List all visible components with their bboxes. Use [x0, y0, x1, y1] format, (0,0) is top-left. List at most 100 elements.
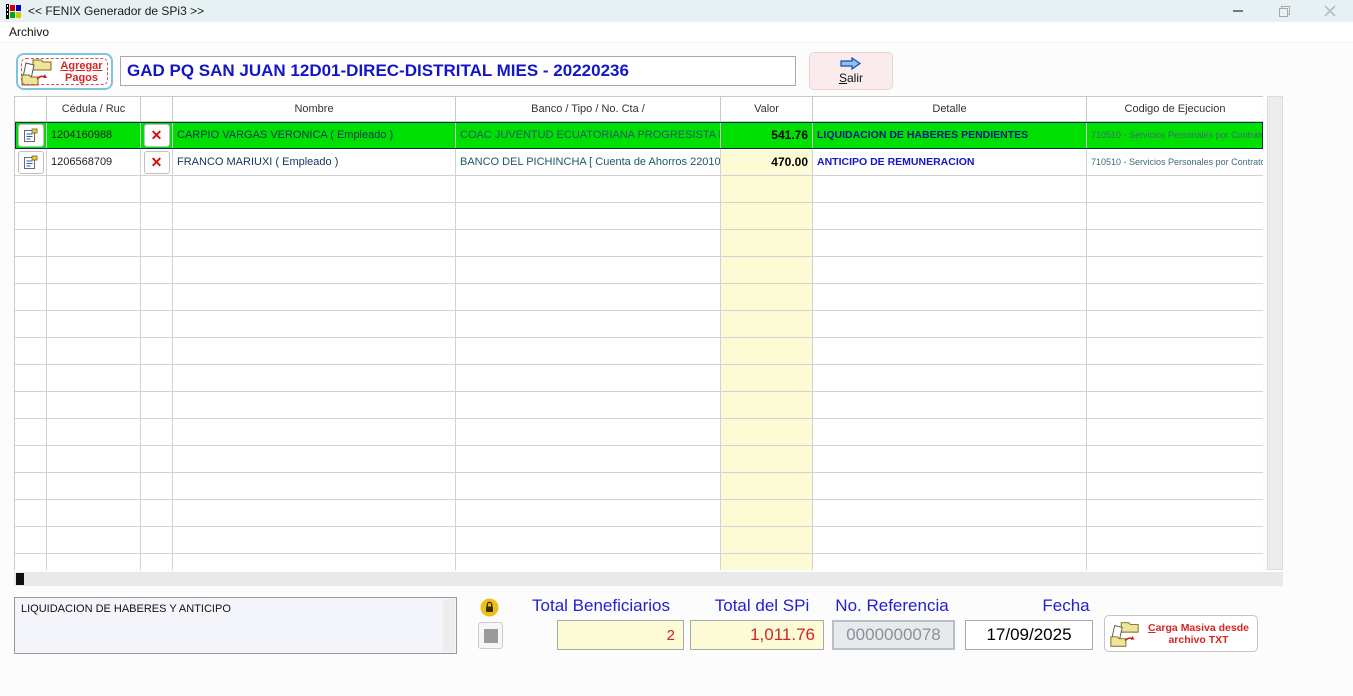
descripcion-scrollbar[interactable]	[443, 599, 455, 652]
table-row-empty[interactable]	[15, 527, 1263, 554]
header-cedula: Cédula / Ruc	[47, 97, 141, 122]
maximize-button[interactable]	[1261, 0, 1307, 22]
cell-empty	[456, 257, 721, 284]
header-valor: Valor	[721, 97, 813, 122]
cell-nombre[interactable]: CARPIO VARGAS VERONICA ( Empleado )	[173, 122, 456, 149]
edit-row-button[interactable]	[18, 124, 44, 147]
menu-archivo[interactable]: Archivo	[0, 23, 58, 41]
cell-empty	[47, 419, 141, 446]
table-row-empty[interactable]	[15, 203, 1263, 230]
cell-empty	[813, 338, 1087, 365]
fecha-input[interactable]: 17/09/2025	[965, 620, 1093, 650]
table-row-empty[interactable]	[15, 176, 1263, 203]
cell-empty	[173, 203, 456, 230]
cell-empty	[1087, 338, 1263, 365]
agregar-pagos-button[interactable]: Agregar Pagos	[16, 53, 113, 90]
cell-empty	[1087, 203, 1263, 230]
horizontal-scrollbar-thumb[interactable]	[16, 573, 24, 585]
cell-empty	[173, 176, 456, 203]
table-row-empty[interactable]	[15, 419, 1263, 446]
minimize-icon	[1232, 5, 1244, 17]
cell-empty	[141, 176, 173, 203]
cell-empty	[141, 257, 173, 284]
cell-empty	[141, 311, 173, 338]
cell-empty	[813, 527, 1087, 554]
table-row-empty[interactable]	[15, 284, 1263, 311]
cell-empty-valor	[721, 554, 813, 570]
cell-detalle[interactable]: ANTICIPO DE REMUNERACION	[813, 149, 1087, 176]
table-row-empty[interactable]	[15, 338, 1263, 365]
delete-row-button[interactable]: ✕	[144, 124, 170, 147]
cell-empty	[456, 392, 721, 419]
carga-masiva-label: Carga Masiva desde archivo TXT	[1144, 622, 1253, 646]
cell-empty	[141, 473, 173, 500]
table-row-empty[interactable]	[15, 365, 1263, 392]
cell-empty	[141, 338, 173, 365]
table-row-empty[interactable]	[15, 500, 1263, 527]
cell-empty	[173, 446, 456, 473]
table-row-empty[interactable]	[15, 446, 1263, 473]
cell-empty	[173, 284, 456, 311]
cell-banco[interactable]: BANCO DEL PICHINCHA [ Cuenta de Ahorros …	[456, 149, 721, 176]
cell-valor[interactable]: 541.76	[721, 122, 813, 149]
horizontal-scrollbar[interactable]	[14, 572, 1283, 586]
cell-cedula[interactable]: 1204160988	[47, 122, 141, 149]
header-edit-col	[15, 97, 47, 122]
cell-empty	[173, 392, 456, 419]
table-row-empty[interactable]	[15, 230, 1263, 257]
cell-codigo[interactable]: 710510 - Servicios Personales por Contra…	[1087, 122, 1263, 149]
cell-empty	[141, 284, 173, 311]
cell-empty	[47, 365, 141, 392]
document-title-input[interactable]	[120, 56, 796, 86]
salir-button[interactable]: Salir	[809, 52, 893, 90]
cell-empty	[141, 500, 173, 527]
header-detalle: Detalle	[813, 97, 1087, 122]
cell-empty	[141, 527, 173, 554]
cell-valor[interactable]: 470.00	[721, 149, 813, 176]
color-swatch-button[interactable]	[478, 622, 503, 649]
cell-empty	[456, 554, 721, 570]
cell-empty	[813, 419, 1087, 446]
cell-empty	[15, 338, 47, 365]
fecha-label: Fecha	[1002, 596, 1130, 616]
cell-empty	[173, 527, 456, 554]
cell-empty	[813, 392, 1087, 419]
edit-row-button[interactable]	[18, 151, 44, 174]
cell-empty	[47, 392, 141, 419]
cell-empty-valor	[721, 203, 813, 230]
descripcion-textarea[interactable]: LIQUIDACION DE HABERES Y ANTICIPO	[14, 597, 457, 654]
carga-masiva-button[interactable]: Carga Masiva desde archivo TXT	[1104, 615, 1258, 652]
cell-detalle[interactable]: LIQUIDACION DE HABERES PENDIENTES	[813, 122, 1087, 149]
cell-cedula[interactable]: 1206568709	[47, 149, 141, 176]
cell-empty	[456, 311, 721, 338]
cell-empty	[813, 284, 1087, 311]
table-row-empty[interactable]	[15, 311, 1263, 338]
cell-nombre[interactable]: FRANCO MARIUXI ( Empleado )	[173, 149, 456, 176]
cell-empty	[813, 446, 1087, 473]
cell-empty	[1087, 554, 1263, 570]
table-row[interactable]: 1204160988 ✕ CARPIO VARGAS VERONICA ( Em…	[15, 122, 1263, 149]
table-row-empty[interactable]	[15, 257, 1263, 284]
vertical-scrollbar[interactable]	[1267, 96, 1283, 570]
table-row-empty[interactable]	[15, 554, 1263, 570]
table-row-empty[interactable]	[15, 392, 1263, 419]
cell-empty	[1087, 365, 1263, 392]
cell-empty	[1087, 230, 1263, 257]
table-header-row: Cédula / Ruc Nombre Banco / Tipo / No. C…	[15, 97, 1263, 122]
cell-empty	[1087, 473, 1263, 500]
cell-empty-valor	[721, 446, 813, 473]
minimize-button[interactable]	[1215, 0, 1261, 22]
focus-rect	[21, 58, 108, 85]
delete-x-icon: ✕	[151, 128, 163, 142]
cell-banco[interactable]: COAC JUVENTUD ECUATORIANA PROGRESISTA LT…	[456, 122, 721, 149]
delete-row-button[interactable]: ✕	[144, 151, 170, 174]
cell-empty	[173, 365, 456, 392]
close-button[interactable]	[1307, 0, 1353, 22]
cell-codigo[interactable]: 710510 - Servicios Personales por Contra…	[1087, 149, 1263, 176]
table-row-empty[interactable]	[15, 473, 1263, 500]
cell-empty	[15, 230, 47, 257]
cell-empty	[813, 230, 1087, 257]
table-row[interactable]: 1206568709 ✕ FRANCO MARIUXI ( Empleado )…	[15, 149, 1263, 176]
total-beneficiarios-label: Total Beneficiarios	[517, 596, 685, 616]
cell-empty	[15, 446, 47, 473]
